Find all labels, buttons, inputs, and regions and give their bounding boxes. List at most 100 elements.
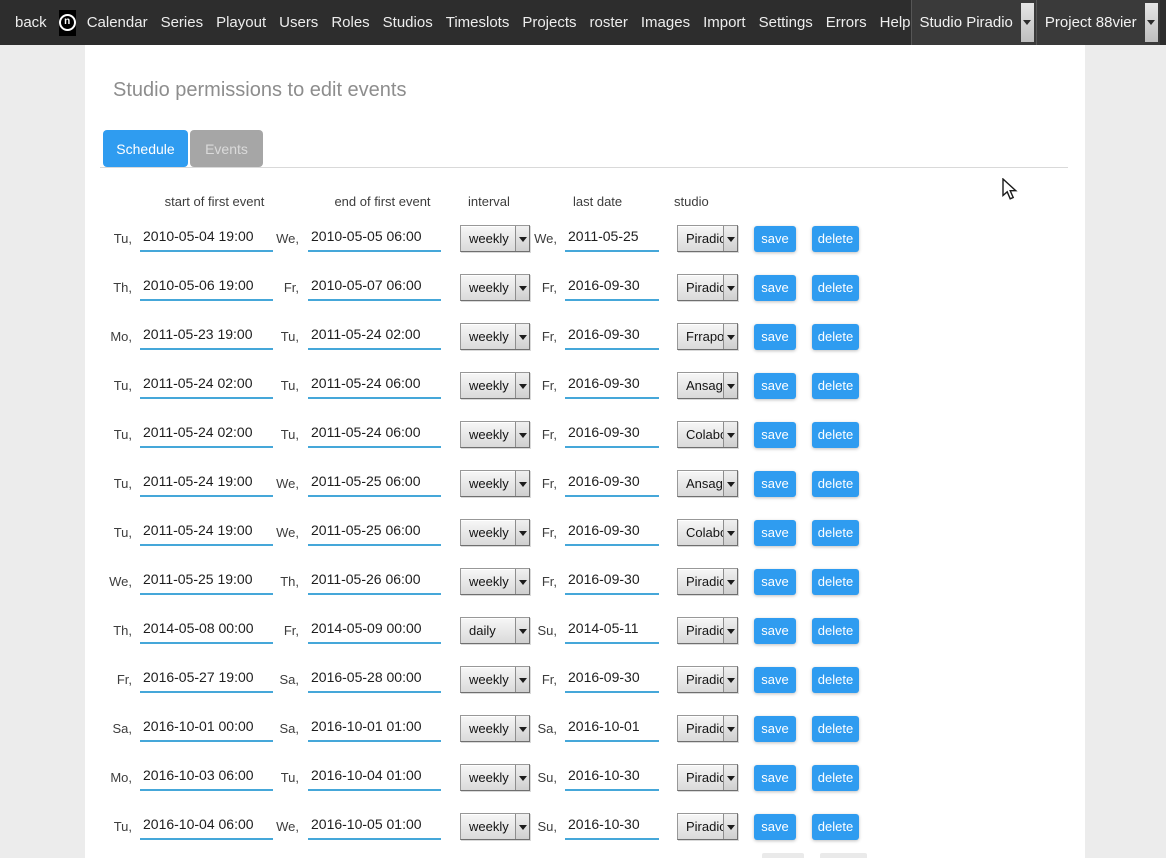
dropdown-arrow-icon[interactable] (515, 324, 529, 349)
studio-row-select[interactable]: Piradio (677, 274, 738, 301)
studio-row-select[interactable]: Piradio (677, 764, 738, 791)
nav-item-roster[interactable]: roster (590, 14, 628, 31)
dropdown-arrow-icon[interactable] (515, 814, 529, 839)
save-button[interactable]: save (754, 275, 796, 301)
start-datetime-input[interactable] (140, 275, 273, 301)
delete-button[interactable]: delete (812, 422, 859, 448)
end-datetime-input[interactable] (308, 226, 441, 252)
save-button[interactable]: save (754, 814, 796, 840)
studio-row-select[interactable]: Piradio (677, 568, 738, 595)
nav-item-calendar[interactable]: Calendar (87, 14, 148, 31)
nav-item-errors[interactable]: Errors (826, 14, 867, 31)
interval-select[interactable]: weekly (460, 470, 530, 497)
dropdown-arrow-icon[interactable] (723, 765, 737, 790)
dropdown-arrow-icon[interactable] (723, 618, 737, 643)
nav-item-settings[interactable]: Settings (759, 14, 813, 31)
back-link[interactable]: back (15, 14, 47, 31)
save-button[interactable]: save (754, 373, 796, 399)
dropdown-arrow-icon[interactable] (723, 275, 737, 300)
end-datetime-input[interactable] (308, 569, 441, 595)
dropdown-arrow-icon[interactable] (515, 667, 529, 692)
studio-row-select[interactable]: Piradio (677, 715, 738, 742)
save-button[interactable]: save (754, 324, 796, 350)
app-logo-icon[interactable]: n (59, 10, 76, 36)
studio-row-select[interactable]: Colabo (677, 519, 738, 546)
last-date-input[interactable] (565, 422, 659, 448)
studio-row-select[interactable]: Frrapo (677, 323, 738, 350)
studio-row-select[interactable]: Ansage (677, 372, 738, 399)
dropdown-arrow-icon[interactable] (515, 520, 529, 545)
dropdown-arrow-icon[interactable] (723, 569, 737, 594)
interval-select[interactable]: weekly (460, 764, 530, 791)
nav-item-users[interactable]: Users (279, 14, 318, 31)
start-datetime-input[interactable] (140, 373, 273, 399)
interval-select[interactable]: weekly (460, 519, 530, 546)
save-button[interactable]: save (754, 716, 796, 742)
last-date-input[interactable] (565, 373, 659, 399)
end-datetime-input[interactable] (308, 520, 441, 546)
save-button[interactable]: save (754, 422, 796, 448)
dropdown-arrow-icon[interactable] (1021, 3, 1034, 42)
last-date-input[interactable] (565, 618, 659, 644)
dropdown-arrow-icon[interactable] (723, 716, 737, 741)
nav-item-studios[interactable]: Studios (383, 14, 433, 31)
end-datetime-input[interactable] (308, 471, 441, 497)
end-datetime-input[interactable] (308, 324, 441, 350)
nav-item-series[interactable]: Series (161, 14, 204, 31)
delete-button[interactable]: delete (812, 814, 859, 840)
studio-select[interactable]: Studio Piradio (911, 0, 1036, 45)
start-datetime-input[interactable] (140, 618, 273, 644)
studio-row-select[interactable]: Colabo (677, 421, 738, 448)
last-date-input[interactable] (565, 667, 659, 693)
end-datetime-input[interactable] (308, 716, 441, 742)
start-datetime-input[interactable] (140, 667, 273, 693)
save-button[interactable]: save (754, 618, 796, 644)
dropdown-arrow-icon[interactable] (515, 471, 529, 496)
dropdown-arrow-icon[interactable] (723, 520, 737, 545)
dropdown-arrow-icon[interactable] (723, 422, 737, 447)
save-button[interactable]: save (754, 569, 796, 595)
dropdown-arrow-icon[interactable] (723, 667, 737, 692)
studio-row-select[interactable]: Piradio (677, 617, 738, 644)
dropdown-arrow-icon[interactable] (515, 765, 529, 790)
nav-item-import[interactable]: Import (703, 14, 746, 31)
nav-item-roles[interactable]: Roles (331, 14, 369, 31)
dropdown-arrow-icon[interactable] (515, 275, 529, 300)
save-button[interactable]: save (754, 765, 796, 791)
interval-select[interactable]: weekly (460, 274, 530, 301)
save-button[interactable]: save (754, 471, 796, 497)
start-datetime-input[interactable] (140, 471, 273, 497)
dropdown-arrow-icon[interactable] (515, 618, 529, 643)
save-button[interactable]: save (754, 226, 796, 252)
delete-button[interactable]: delete (812, 765, 859, 791)
start-datetime-input[interactable] (140, 814, 273, 840)
start-datetime-input[interactable] (140, 226, 273, 252)
delete-button[interactable]: delete (812, 324, 859, 350)
interval-select[interactable]: weekly (460, 813, 530, 840)
interval-select[interactable]: weekly (460, 421, 530, 448)
tab-events[interactable]: Events (190, 130, 263, 167)
delete-button[interactable]: delete (812, 667, 859, 693)
dropdown-arrow-icon[interactable] (515, 716, 529, 741)
nav-item-help[interactable]: Help (880, 14, 911, 31)
interval-select[interactable]: weekly (460, 225, 530, 252)
start-datetime-input[interactable] (140, 716, 273, 742)
last-date-input[interactable] (565, 275, 659, 301)
last-date-input[interactable] (565, 569, 659, 595)
last-date-input[interactable] (565, 814, 659, 840)
end-datetime-input[interactable] (308, 667, 441, 693)
start-datetime-input[interactable] (140, 520, 273, 546)
end-datetime-input[interactable] (308, 373, 441, 399)
nav-item-playout[interactable]: Playout (216, 14, 266, 31)
nav-item-projects[interactable]: Projects (522, 14, 576, 31)
interval-select[interactable]: daily (460, 617, 530, 644)
interval-select[interactable]: weekly (460, 666, 530, 693)
delete-button[interactable]: delete (812, 569, 859, 595)
last-date-input[interactable] (565, 471, 659, 497)
interval-select[interactable]: weekly (460, 372, 530, 399)
last-date-input[interactable] (565, 765, 659, 791)
delete-button[interactable]: delete (812, 275, 859, 301)
end-datetime-input[interactable] (308, 422, 441, 448)
dropdown-arrow-icon[interactable] (723, 814, 737, 839)
start-datetime-input[interactable] (140, 324, 273, 350)
